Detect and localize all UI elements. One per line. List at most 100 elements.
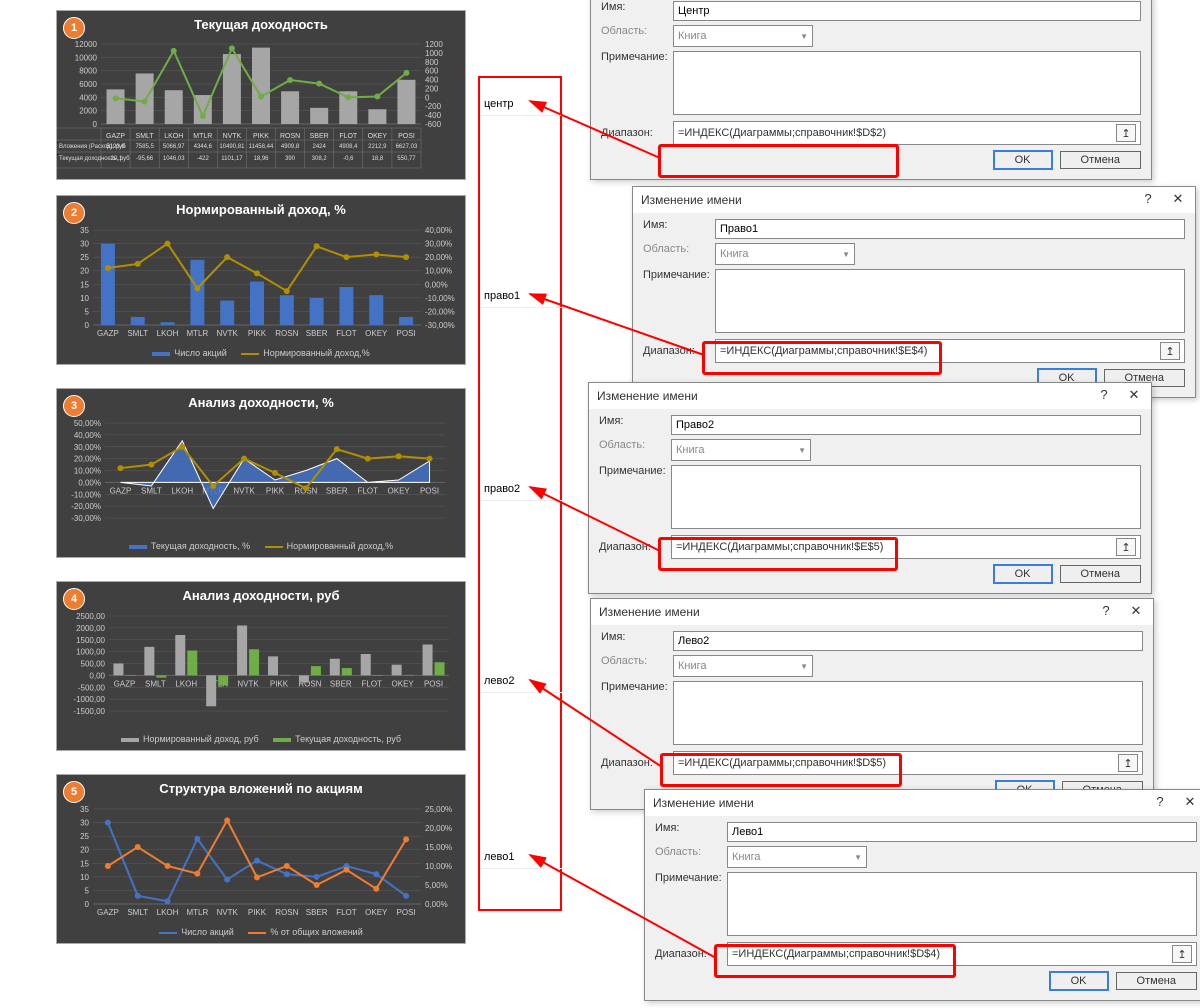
svg-text:OKEY: OKEY: [388, 486, 411, 495]
list-item-pravo1[interactable]: право1: [480, 285, 564, 308]
svg-text:30,00%: 30,00%: [74, 443, 101, 452]
svg-text:40,00%: 40,00%: [74, 431, 101, 440]
note-label: Примечание:: [601, 681, 673, 693]
range-picker-icon[interactable]: ↥: [1118, 754, 1138, 772]
svg-text:35: 35: [80, 805, 89, 814]
svg-text:NVTK: NVTK: [237, 679, 259, 688]
svg-text:30: 30: [80, 819, 89, 828]
list-item-center[interactable]: центр: [480, 93, 564, 116]
svg-text:POSI: POSI: [397, 908, 416, 917]
svg-text:-200: -200: [425, 102, 442, 111]
chart-legend: Число акций % от общих вложений: [57, 927, 465, 937]
name-input[interactable]: [671, 415, 1141, 435]
range-input[interactable]: =ИНДЕКС(Диаграммы;справочник!$E$4)↥: [715, 339, 1185, 363]
help-icon[interactable]: ?: [1089, 383, 1119, 409]
name-input[interactable]: [673, 631, 1143, 651]
range-input[interactable]: =ИНДЕКС(Диаграммы;справочник!$E$5)↥: [671, 535, 1141, 559]
close-icon[interactable]: ✕: [1163, 187, 1193, 213]
note-textarea[interactable]: [673, 681, 1143, 745]
svg-text:15,00%: 15,00%: [425, 843, 452, 852]
dialog-title: Изменение имени?✕: [645, 790, 1200, 816]
range-input[interactable]: =ИНДЕКС(Диаграммы;справочник!$D$4)↥: [727, 942, 1197, 966]
cancel-button[interactable]: Отмена: [1060, 151, 1141, 169]
cancel-button[interactable]: Отмена: [1116, 972, 1197, 990]
chart-title: Анализ доходности, %: [57, 395, 465, 410]
svg-text:POSI: POSI: [420, 486, 439, 495]
range-picker-icon[interactable]: ↥: [1116, 538, 1136, 556]
svg-text:10,00%: 10,00%: [74, 467, 101, 476]
name-dialog-center: Имя: Область: Книга▼ Примечание: Диапазо…: [590, 0, 1152, 180]
svg-text:0: 0: [93, 120, 98, 129]
name-dialog-levo1: Изменение имени?✕Имя:Область:Книга▼Приме…: [644, 789, 1200, 1001]
svg-text:20: 20: [80, 846, 89, 855]
dialog-title: Изменение имени?✕: [591, 599, 1153, 625]
svg-text:SMLT: SMLT: [145, 679, 166, 688]
ok-button[interactable]: OK: [994, 151, 1052, 169]
svg-text:FLOT: FLOT: [362, 679, 383, 688]
range-picker-icon[interactable]: ↥: [1116, 124, 1136, 142]
close-icon[interactable]: ✕: [1119, 383, 1149, 409]
chart-svg: -30,00%-20,00%-10,00%0,00%10,00%20,00%30…: [57, 410, 465, 536]
range-input[interactable]: =ИНДЕКС(Диаграммы;справочник!$D$5)↥: [673, 751, 1143, 775]
chart-badge: 2: [63, 202, 85, 224]
svg-text:-30,00%: -30,00%: [425, 321, 455, 330]
list-item-levo1[interactable]: лево1: [480, 846, 564, 869]
chart-4: 4 Анализ доходности, руб -1500,00-1000,0…: [56, 581, 466, 751]
cancel-button[interactable]: Отмена: [1060, 565, 1141, 583]
name-input[interactable]: [673, 1, 1141, 21]
name-input[interactable]: [715, 219, 1185, 239]
svg-text:LKOH: LKOH: [175, 679, 197, 688]
svg-text:1000: 1000: [425, 49, 443, 58]
range-input[interactable]: =ИНДЕКС(Диаграммы;справочник!$D$2)↥: [673, 121, 1141, 145]
svg-text:25,00%: 25,00%: [425, 805, 452, 814]
list-item-levo2[interactable]: лево2: [480, 670, 564, 693]
svg-text:0,00: 0,00: [89, 671, 105, 680]
range-picker-icon[interactable]: ↥: [1160, 342, 1180, 360]
svg-text:20,00%: 20,00%: [425, 824, 452, 833]
svg-text:SMLT: SMLT: [141, 486, 162, 495]
svg-text:10,00%: 10,00%: [425, 267, 452, 276]
note-label: Примечание:: [599, 465, 671, 477]
scope-label: Область:: [599, 439, 671, 451]
svg-text:-422: -422: [197, 156, 210, 162]
svg-text:FLOT: FLOT: [336, 908, 357, 917]
chart-badge: 1: [63, 17, 85, 39]
note-textarea[interactable]: [715, 269, 1185, 333]
svg-text:SMLT: SMLT: [127, 908, 148, 917]
chart-3: 3 Анализ доходности, % -30,00%-20,00%-10…: [56, 388, 466, 558]
svg-text:GAZP: GAZP: [97, 908, 119, 917]
name-input[interactable]: [727, 822, 1197, 842]
svg-text:11458,44: 11458,44: [249, 144, 274, 150]
svg-text:12000: 12000: [75, 40, 98, 49]
ok-button[interactable]: OK: [1050, 972, 1108, 990]
svg-text:500,00: 500,00: [81, 660, 106, 669]
svg-text:MTLR: MTLR: [186, 908, 208, 917]
close-icon[interactable]: ✕: [1175, 790, 1200, 816]
help-icon[interactable]: ?: [1091, 599, 1121, 625]
list-item-pravo2[interactable]: право2: [480, 478, 564, 501]
help-icon[interactable]: ?: [1145, 790, 1175, 816]
svg-text:2424: 2424: [313, 144, 327, 150]
svg-text:PIKK: PIKK: [248, 908, 267, 917]
chart-title: Структура вложений по акциям: [57, 781, 465, 796]
name-dialog-pravo2: Изменение имени?✕Имя:Область:Книга▼Приме…: [588, 382, 1152, 594]
range-picker-icon[interactable]: ↥: [1172, 945, 1192, 963]
svg-text:-0,6: -0,6: [343, 156, 354, 162]
help-icon[interactable]: ?: [1133, 187, 1163, 213]
note-textarea[interactable]: [671, 465, 1141, 529]
svg-text:ROSN: ROSN: [280, 133, 300, 140]
note-textarea[interactable]: [727, 872, 1197, 936]
scope-label: Область:: [601, 655, 673, 667]
svg-text:OKEY: OKEY: [365, 908, 388, 917]
svg-text:10490,81: 10490,81: [219, 144, 245, 150]
ok-button[interactable]: OK: [994, 565, 1052, 583]
close-icon[interactable]: ✕: [1121, 599, 1151, 625]
svg-text:308,2: 308,2: [312, 156, 328, 162]
svg-text:10: 10: [80, 873, 89, 882]
svg-text:5,00%: 5,00%: [425, 881, 448, 890]
svg-text:5: 5: [85, 886, 90, 895]
note-textarea[interactable]: [673, 51, 1141, 115]
scope-select: Книга▼: [673, 655, 813, 677]
svg-text:POSI: POSI: [397, 329, 416, 338]
svg-text:1500,00: 1500,00: [76, 636, 105, 645]
